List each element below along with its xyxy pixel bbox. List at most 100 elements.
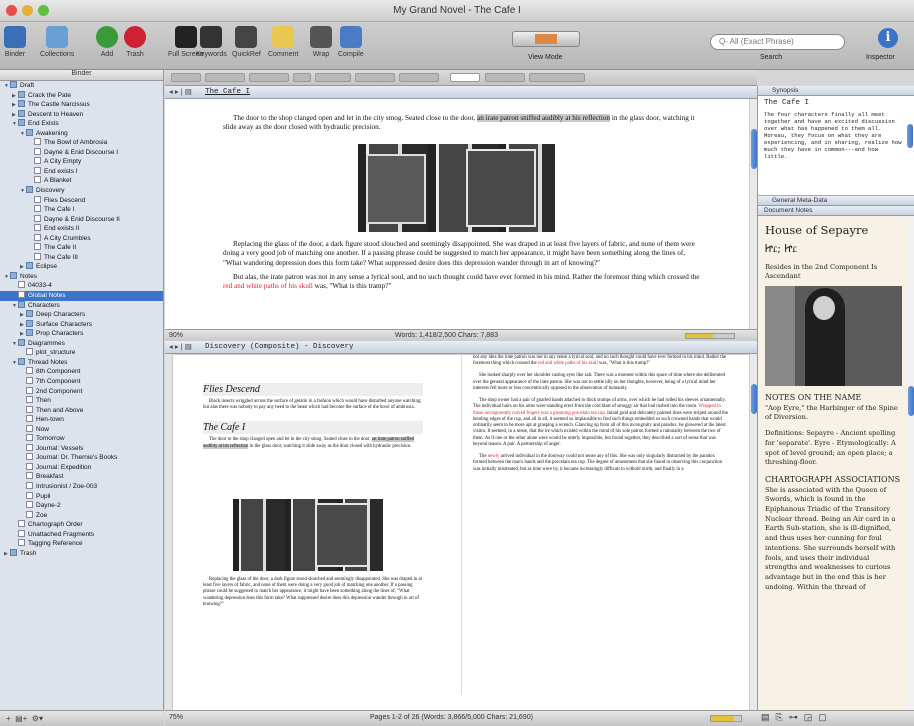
list-controls[interactable] <box>529 73 585 82</box>
binder-item[interactable]: ▼ Thread Notes <box>0 357 163 368</box>
binder-item[interactable]: ▼ Characters <box>0 300 163 311</box>
right-page[interactable]: not any idea the irate patron was not in… <box>473 355 728 473</box>
binder-item[interactable]: Now <box>0 424 163 435</box>
binder-item[interactable]: End exists II <box>0 224 163 234</box>
zoom-popup[interactable]: 75% <box>169 714 183 721</box>
binder-item[interactable]: 7th Component <box>0 376 163 387</box>
binder-item[interactable]: Intrusionist / Zoe-003 <box>0 481 163 492</box>
binder-item[interactable]: Unattached Fragments <box>0 529 163 540</box>
binder-item[interactable]: Tagging Reference <box>0 539 163 549</box>
binder-item[interactable]: ▼ Awakening <box>0 128 163 139</box>
binder-item[interactable]: ▼ Notes <box>0 271 163 282</box>
binder-item[interactable]: The Bowl of Ambrosia <box>0 138 163 148</box>
binder-item[interactable]: ▼ Discovery <box>0 186 163 196</box>
size-popup[interactable] <box>293 73 311 82</box>
binder-item[interactable]: The Cafe I <box>0 205 163 215</box>
binder-item[interactable]: ▶ Eclipse <box>0 262 163 272</box>
editor-top-text[interactable]: The door to the shop clanged open and le… <box>223 114 703 133</box>
binder-item[interactable]: ▶ Trash <box>0 548 163 559</box>
binder-item[interactable]: plot_structure <box>0 348 163 358</box>
style-popup[interactable] <box>171 73 201 82</box>
alignment-controls[interactable] <box>355 73 395 82</box>
binder-item[interactable]: ▶ Deep Characters <box>0 310 163 320</box>
binder-item[interactable]: ▶ Prop Characters <box>0 329 163 339</box>
binder-item[interactable]: Then and Above <box>0 405 163 416</box>
binder-item[interactable]: Hen-town <box>0 415 163 425</box>
zoom-popup[interactable]: 90% <box>169 332 183 339</box>
comment-button[interactable]: Comment <box>268 26 298 58</box>
binder-item[interactable]: ▶ Descent to Heaven <box>0 109 163 120</box>
highlight-controls[interactable] <box>485 73 525 82</box>
editor-top-scrollbar[interactable] <box>749 99 757 329</box>
synopsis-scroll-thumb[interactable] <box>907 124 913 148</box>
binder-item[interactable]: A City Crumbles <box>0 233 163 244</box>
nav-arrows-icon[interactable]: ◂ ▸ | ▤ <box>169 87 192 96</box>
binder-item[interactable]: A Blanket <box>0 176 163 186</box>
document-notes-header[interactable]: Document Notes <box>758 206 914 216</box>
binder-item[interactable]: Breakfast <box>0 472 163 482</box>
binder-item[interactable]: The Cafe III <box>0 252 163 263</box>
binder-item[interactable]: Flies Descend <box>0 195 163 206</box>
binder-item[interactable]: Dayne & Enid Discourse II <box>0 214 163 225</box>
binder-item[interactable]: The Cafe II <box>0 243 163 253</box>
binder-item[interactable]: ▼ Draft <box>0 81 163 91</box>
binder-item[interactable]: 04033-4 <box>0 281 163 291</box>
binder-button[interactable]: Binder <box>4 26 26 58</box>
editor-bottom-scrollbar[interactable] <box>749 354 757 710</box>
font-popup[interactable] <box>205 73 245 82</box>
trash-button[interactable]: Trash <box>124 26 146 58</box>
keywords-button[interactable]: Keywords <box>196 26 227 58</box>
binder-item[interactable]: ▶ Crack the Pate <box>0 90 163 101</box>
binder-item[interactable]: Dayne-2 <box>0 501 163 511</box>
binder-item[interactable]: Journal: Vessels <box>0 443 163 454</box>
comments-tab-icon[interactable]: ▢ <box>818 712 827 723</box>
bold-italic-controls[interactable] <box>315 73 351 82</box>
binder-item[interactable]: ▶ The Castle Narcissus <box>0 100 163 110</box>
references-tab-icon[interactable]: ⎘ <box>776 712 783 723</box>
editor-top[interactable]: ◂ ▸ | ▤ The Cafe I The door to the shop c… <box>165 86 757 329</box>
add-folder-icon[interactable]: ▤+ <box>15 714 27 723</box>
line-spacing-popup[interactable] <box>399 73 439 82</box>
view-mode-control[interactable] <box>512 31 580 47</box>
color-well[interactable] <box>450 73 480 82</box>
wrap-button[interactable]: Wrap <box>310 26 332 58</box>
binder-item[interactable]: Journal: Expedition <box>0 462 163 473</box>
binder-item[interactable]: Dayne & Enid Discourse I <box>0 147 163 158</box>
left-page-2[interactable]: Replacing the glass of the door, a dark … <box>203 577 423 608</box>
search-input[interactable]: Q- All (Exact Phrase) <box>710 34 845 50</box>
binder-item[interactable]: Global Notes <box>0 291 163 301</box>
binder-item[interactable]: A City Empty <box>0 157 163 167</box>
binder-item[interactable]: Pupil <box>0 491 163 502</box>
corkboard-mode-icon[interactable] <box>535 34 557 44</box>
nav-arrows-icon[interactable]: ◂ ▸ | ▤ <box>169 342 192 351</box>
add-button[interactable]: Add <box>96 26 118 58</box>
binder-item[interactable]: Then <box>0 396 163 406</box>
binder-item[interactable]: Zoe <box>0 510 163 521</box>
left-page[interactable]: Flies Descend Black insects wriggled acr… <box>203 383 423 450</box>
binder-item[interactable]: Tomorrow <box>0 434 163 444</box>
editor-bottom[interactable]: ◂ ▸ | ▤ Discovery (Composite) - Discovery… <box>165 341 757 710</box>
binder-item[interactable]: Chartograph Order <box>0 520 163 530</box>
editor-top-text-2[interactable]: Replacing the glass of the door, a dark … <box>223 240 703 292</box>
add-item-icon[interactable]: + <box>6 714 11 723</box>
binder-item[interactable]: 2nd Component <box>0 386 163 397</box>
notes-scroll-thumb[interactable] <box>908 386 914 416</box>
binder-item[interactable]: Journal: Dr. Thernie's Books <box>0 453 163 463</box>
binder-item[interactable]: 8th Component <box>0 367 163 377</box>
notes-tab-icon[interactable]: ▤ <box>761 712 770 723</box>
page-view[interactable]: Flies Descend Black insects wriggled acr… <box>173 355 749 710</box>
keywords-tab-icon[interactable]: ⊶ <box>789 712 798 723</box>
meta-data-header[interactable]: General Meta-Data <box>758 196 914 206</box>
collections-button[interactable]: Collections <box>40 26 74 58</box>
quickref-button[interactable]: QuickRef <box>232 26 261 58</box>
binder-item[interactable]: ▼ Diagrammes <box>0 338 163 349</box>
synopsis-field[interactable]: The Cafe I The four characters finally a… <box>758 96 914 196</box>
compile-button[interactable]: Compile <box>338 26 364 58</box>
typeface-popup[interactable] <box>249 73 289 82</box>
gear-icon[interactable]: ⚙▾ <box>32 714 43 723</box>
binder-item[interactable]: ▶ Surface Characters <box>0 319 163 330</box>
inspector-icon[interactable]: i <box>878 28 898 48</box>
snapshots-tab-icon[interactable]: ◲ <box>804 712 813 723</box>
document-notes-field[interactable]: House of Sepayre Ꮵꮭ; Ꮵꮭ Resides in the 2… <box>758 217 907 710</box>
binder-item[interactable]: End exists I <box>0 166 163 177</box>
